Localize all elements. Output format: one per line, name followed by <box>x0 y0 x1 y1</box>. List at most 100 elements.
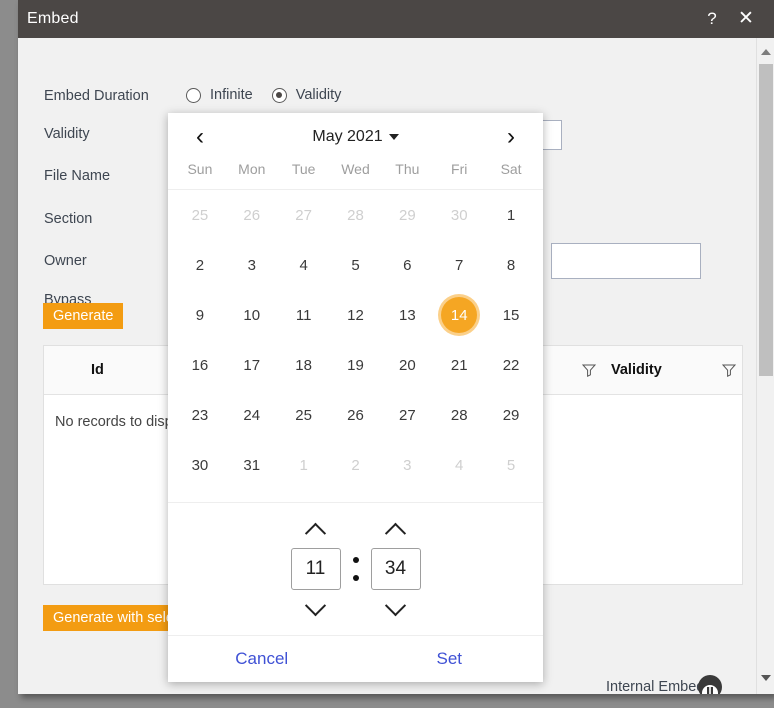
owner-input[interactable] <box>551 243 701 279</box>
triangle-down-icon[interactable] <box>757 668 774 686</box>
calendar-day[interactable]: 13 <box>381 290 433 340</box>
calendar-day[interactable]: 15 <box>485 290 537 340</box>
calendar-day-selected[interactable]: 14 <box>433 290 485 340</box>
calendar-day[interactable]: 25 <box>174 190 226 240</box>
chevron-down-icon <box>388 133 399 140</box>
calendar-day[interactable]: 30 <box>433 190 485 240</box>
calendar-day[interactable]: 19 <box>330 340 382 390</box>
calendar-day[interactable]: 3 <box>381 440 433 490</box>
datepicker-actions: Cancel Set <box>168 635 543 682</box>
scrollbar-thumb[interactable] <box>759 64 773 376</box>
calendar-day[interactable]: 11 <box>278 290 330 340</box>
calendar-day[interactable]: 18 <box>278 340 330 390</box>
set-button[interactable]: Set <box>356 649 544 669</box>
calendar-day[interactable]: 1 <box>485 190 537 240</box>
calendar-day-label: 10 <box>243 306 261 324</box>
calendar-day[interactable]: 27 <box>381 390 433 440</box>
calendar-day-label: 1 <box>506 206 516 224</box>
calendar-day[interactable]: 6 <box>381 240 433 290</box>
calendar-day-label: 7 <box>455 256 464 274</box>
calendar-day[interactable]: 22 <box>485 340 537 390</box>
triangle-up-icon[interactable] <box>757 42 774 60</box>
calendar-day[interactable]: 26 <box>330 390 382 440</box>
calendar-day[interactable]: 10 <box>226 290 278 340</box>
hour-value[interactable]: 11 <box>290 548 341 590</box>
minute-value[interactable]: 34 <box>370 548 421 590</box>
calendar-day[interactable]: 28 <box>433 390 485 440</box>
cancel-button[interactable]: Cancel <box>168 649 356 669</box>
calendar-day[interactable]: 17 <box>226 340 278 390</box>
calendar-day[interactable]: 8 <box>485 240 537 290</box>
weekday-header-row: Sun Mon Tue Wed Thu Fri Sat <box>168 161 543 189</box>
calendar-day[interactable]: 25 <box>278 390 330 440</box>
hour-increment-icon[interactable] <box>299 520 333 544</box>
radio-validity[interactable] <box>271 87 287 103</box>
calendar-day[interactable]: 29 <box>485 390 537 440</box>
calendar-day-label: 5 <box>506 456 516 474</box>
calendar-day[interactable]: 3 <box>226 240 278 290</box>
minute-decrement-icon[interactable] <box>379 594 413 618</box>
calendar-day[interactable]: 28 <box>330 190 382 240</box>
funnel-icon[interactable] <box>721 363 737 378</box>
calendar-day[interactable]: 29 <box>381 190 433 240</box>
internal-embed-label: Internal Embed <box>606 679 705 694</box>
help-icon[interactable]: ? <box>700 8 724 32</box>
hour-stepper: 11 <box>290 520 341 618</box>
weekday-sat: Sat <box>500 161 522 177</box>
generate-button[interactable]: Generate <box>43 303 124 329</box>
column-header-id[interactable]: Id <box>91 362 104 378</box>
month-year-label: May 2021 <box>312 128 383 145</box>
close-icon[interactable]: ✕ <box>734 8 758 32</box>
radio-infinite[interactable] <box>186 87 201 103</box>
label-owner: Owner <box>44 253 87 269</box>
calendar-day[interactable]: 30 <box>174 440 226 490</box>
minute-increment-icon[interactable] <box>379 520 413 544</box>
calendar-day[interactable]: 4 <box>433 440 485 490</box>
hour-decrement-icon[interactable] <box>299 594 333 618</box>
calendar-day-label: 22 <box>502 356 520 374</box>
calendar-day[interactable]: 23 <box>174 390 226 440</box>
next-month-icon[interactable]: › <box>495 121 527 153</box>
radio-infinite-label[interactable]: Infinite <box>210 87 253 103</box>
month-year-selector[interactable]: May 2021 <box>216 128 495 146</box>
calendar-day[interactable]: 16 <box>174 340 226 390</box>
calendar-day-label: 18 <box>295 356 312 374</box>
calendar-day-label: 27 <box>295 206 312 224</box>
calendar-day[interactable]: 2 <box>174 240 226 290</box>
funnel-icon[interactable] <box>581 363 597 378</box>
calendar-day-label: 29 <box>502 406 520 424</box>
calendar-day[interactable]: 21 <box>433 340 485 390</box>
calendar-day[interactable]: 1 <box>278 440 330 490</box>
calendar-day[interactable]: 24 <box>226 390 278 440</box>
radio-validity-label[interactable]: Validity <box>296 87 342 103</box>
calendar-day-label: 2 <box>195 256 205 274</box>
calendar-day-label: 13 <box>399 306 416 324</box>
calendar-day[interactable]: 26 <box>226 190 278 240</box>
calendar-day[interactable]: 4 <box>278 240 330 290</box>
calendar-day-label: 30 <box>191 456 209 474</box>
calendar-day[interactable]: 5 <box>330 240 382 290</box>
calendar-day-label: 27 <box>399 406 416 424</box>
calendar-day[interactable]: 5 <box>485 440 537 490</box>
time-picker: 11 34 <box>168 502 543 635</box>
column-header-validity[interactable]: Validity <box>611 362 662 378</box>
calendar-day-label: 11 <box>295 306 312 324</box>
calendar-day[interactable]: 20 <box>381 340 433 390</box>
calendar-day-label: 29 <box>399 206 416 224</box>
calendar-day-label: 3 <box>403 456 412 474</box>
calendar-day[interactable]: 9 <box>174 290 226 340</box>
minute-stepper: 34 <box>370 520 421 618</box>
prev-month-icon[interactable]: ‹ <box>184 121 216 153</box>
label-section: Section <box>44 211 93 227</box>
dialog-scrollbar[interactable] <box>756 38 774 694</box>
calendar-day-label: 25 <box>191 206 209 224</box>
calendar-day-label: 8 <box>506 256 516 274</box>
calendar-day[interactable]: 12 <box>330 290 382 340</box>
calendar-day[interactable]: 27 <box>278 190 330 240</box>
screen: Embed ? ✕ Embed Duration Validity File N… <box>0 0 774 708</box>
calendar-day[interactable]: 2 <box>330 440 382 490</box>
calendar-day-label: 25 <box>295 406 312 424</box>
calendar-day-label: 26 <box>243 206 261 224</box>
calendar-day[interactable]: 31 <box>226 440 278 490</box>
calendar-day[interactable]: 7 <box>433 240 485 290</box>
